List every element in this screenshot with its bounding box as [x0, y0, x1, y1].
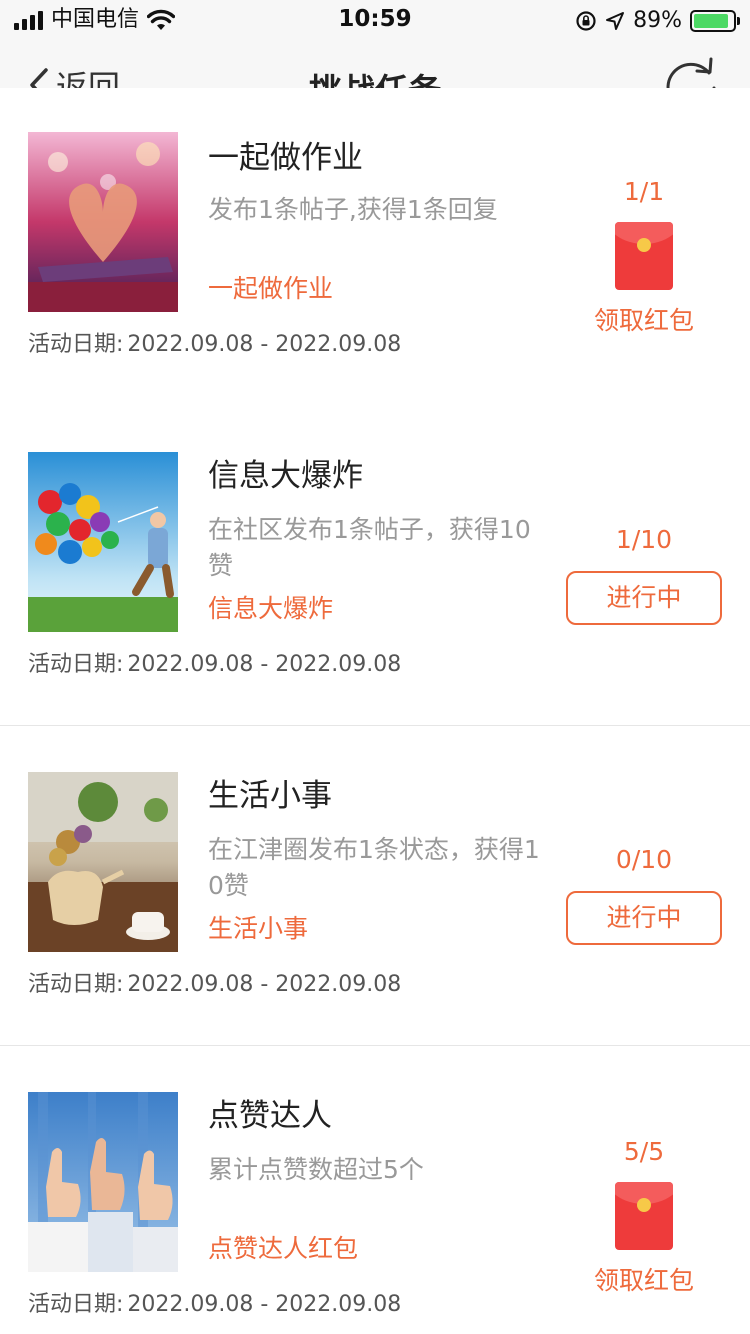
in-progress-button[interactable]: 进行中 [566, 891, 722, 945]
task-item[interactable]: 信息大爆炸 在社区发布1条帖子，获得10赞 信息大爆炸 活动日期: 2022.09… [0, 406, 750, 726]
task-title: 一起做作业 [208, 140, 363, 176]
battery-percent: 89% [633, 8, 682, 33]
date-label: 活动日期: [28, 332, 124, 357]
red-packet-icon[interactable] [615, 1182, 673, 1250]
task-description: 在社区发布1条帖子，获得10赞 [208, 515, 531, 580]
date-value: 2022.09.08 - 2022.09.08 [127, 972, 402, 997]
thumbs-up-hands-photo [28, 1092, 178, 1272]
task-progress: 1/10 [615, 525, 673, 554]
red-packet-icon[interactable] [615, 222, 673, 290]
task-date: 活动日期: 2022.09.08 - 2022.09.08 [28, 1290, 401, 1320]
task-tag: 点赞达人红包 [208, 1234, 359, 1263]
date-label: 活动日期: [28, 972, 124, 997]
status-right: 89% [575, 8, 740, 33]
task-item[interactable]: 生活小事 在江津圈发布1条状态，获得10赞 生活小事 活动日期: 2022.09.… [0, 726, 750, 1046]
task-title: 信息大爆炸 [208, 458, 363, 494]
task-description: 发布1条帖子,获得1条回复 [208, 195, 498, 224]
task-tag: 一起做作业 [208, 274, 334, 303]
task-item[interactable]: 一起做作业 发布1条帖子,获得1条回复 一起做作业 活动日期: 2022.09.0… [0, 88, 750, 408]
task-date: 活动日期: 2022.09.08 - 2022.09.08 [28, 970, 401, 1000]
date-value: 2022.09.08 - 2022.09.08 [127, 332, 402, 357]
claim-red-packet-button[interactable]: 领取红包 [566, 304, 722, 338]
task-date: 活动日期: 2022.09.08 - 2022.09.08 [28, 650, 401, 680]
location-icon [606, 11, 625, 30]
orientation-lock-icon [576, 10, 596, 31]
date-label: 活动日期: [28, 1292, 124, 1317]
flower-vase-teacup-photo [28, 772, 178, 952]
task-date: 活动日期: 2022.09.08 - 2022.09.08 [28, 330, 401, 360]
task-description: 在江津圈发布1条状态，获得10赞 [208, 835, 540, 900]
claim-red-packet-button[interactable]: 领取红包 [566, 1264, 722, 1298]
date-value: 2022.09.08 - 2022.09.08 [127, 652, 402, 677]
task-tag: 信息大爆炸 [208, 594, 334, 623]
date-value: 2022.09.08 - 2022.09.08 [127, 1292, 402, 1317]
balloons-child-photo [28, 452, 178, 632]
battery-fill [694, 13, 728, 28]
in-progress-button[interactable]: 进行中 [566, 571, 722, 625]
task-title: 生活小事 [208, 778, 332, 814]
task-progress: 1/1 [623, 177, 665, 206]
task-title: 点赞达人 [208, 1098, 332, 1134]
task-progress: 5/5 [623, 1137, 665, 1166]
date-label: 活动日期: [28, 652, 124, 677]
task-tag: 生活小事 [208, 914, 309, 943]
task-description: 累计点赞数超过5个 [208, 1155, 424, 1184]
task-item[interactable]: 点赞达人 累计点赞数超过5个 点赞达人红包 活动日期: 2022.09.08 - … [0, 1046, 750, 1334]
status-bar: 中国电信 10:59 89% [0, 0, 750, 40]
book-heart-photo [28, 132, 178, 312]
task-progress: 0/10 [615, 845, 673, 874]
battery-charging-icon [690, 9, 740, 32]
